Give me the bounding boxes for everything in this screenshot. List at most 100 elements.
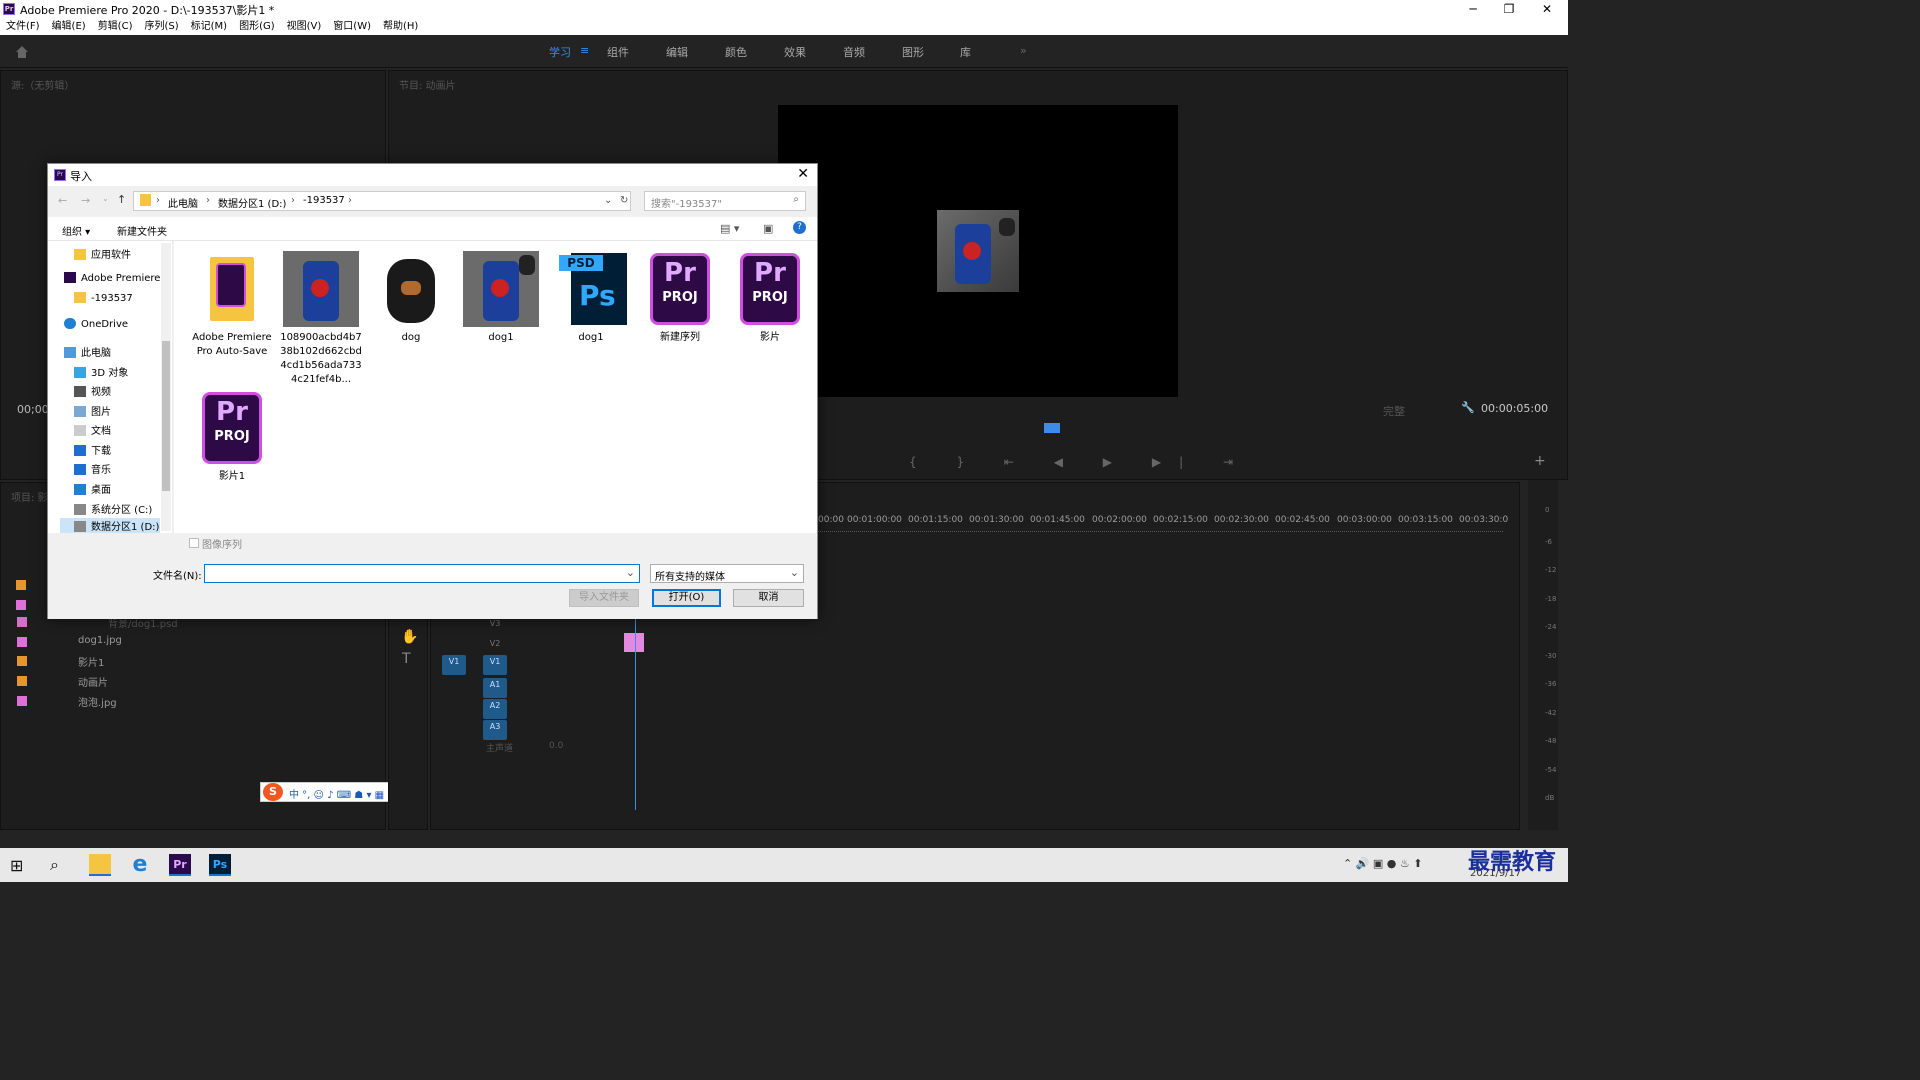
forward-arrow-icon[interactable]: → <box>81 194 90 207</box>
help-icon[interactable]: ? <box>793 221 806 234</box>
timeline-clip[interactable] <box>624 633 644 652</box>
project-item[interactable]: 动画片 <box>12 671 372 691</box>
breadcrumb-this-pc[interactable]: 此电脑 <box>168 195 198 210</box>
nav-item-this-pc[interactable]: 此电脑 <box>64 344 111 360</box>
file-explorer-icon[interactable] <box>89 854 111 876</box>
minimize-button[interactable]: ─ <box>1455 0 1491 18</box>
up-arrow-icon[interactable]: ↑ <box>117 193 126 206</box>
chevron-down-icon[interactable]: ⌄ <box>604 195 612 206</box>
transport-controls[interactable]: { } ⇤ ◀ ▶ ▶| ⇥ <box>909 455 1251 469</box>
breadcrumb-drive-d[interactable]: 数据分区1 (D:) <box>218 195 286 210</box>
project-item[interactable]: 影片1 <box>12 651 372 671</box>
workspace-color[interactable]: 颜色 <box>725 44 747 60</box>
menu-graphics[interactable]: 图形(G) <box>239 18 275 35</box>
workspace-menu-icon[interactable]: ≡ <box>580 44 589 57</box>
source-patch-v1[interactable]: V1 <box>442 655 466 675</box>
image-sequence-checkbox[interactable] <box>189 538 199 548</box>
workspace-effects[interactable]: 效果 <box>784 44 806 60</box>
file-item[interactable]: Pr PROJ 新建序列 <box>637 251 723 345</box>
menu-file[interactable]: 文件(F) <box>6 18 40 35</box>
menu-view[interactable]: 视图(V) <box>287 18 322 35</box>
nav-item-downloads[interactable]: 下载 <box>74 442 111 458</box>
track-label-v2[interactable]: V2 <box>483 637 507 657</box>
nav-item-apps[interactable]: 应用软件 <box>74 246 131 262</box>
import-folder-button[interactable]: 导入文件夹 <box>569 589 639 607</box>
recent-locations-icon[interactable]: ⌄ <box>102 194 109 203</box>
fit-dropdown[interactable]: 完整 <box>1383 403 1405 419</box>
file-item[interactable]: Adobe Premiere Pro Auto-Save <box>189 251 275 359</box>
track-label-v3[interactable]: V3 <box>483 617 507 637</box>
nav-item-videos[interactable]: 视频 <box>74 383 111 399</box>
timeline-playhead[interactable] <box>635 612 636 810</box>
workspace-learning[interactable]: 学习 <box>549 44 571 60</box>
search-icon[interactable]: ⌕ <box>50 855 59 875</box>
type-tool-icon[interactable]: T <box>402 651 411 667</box>
project-item[interactable]: 泡泡.jpg <box>12 691 372 711</box>
refresh-icon[interactable]: ↻ <box>620 195 628 206</box>
file-item[interactable]: dog <box>368 251 454 345</box>
close-button[interactable]: ✕ <box>1529 0 1565 18</box>
nav-item-music[interactable]: 音乐 <box>74 461 111 477</box>
chevron-down-icon[interactable]: ⌄ <box>626 566 635 579</box>
timeline-ruler[interactable]: 00:00 00:01:00:00 00:01:15:00 00:01:30:0… <box>818 515 1508 539</box>
premiere-taskbar-icon[interactable]: Pr <box>169 854 191 876</box>
nav-item-3d-objects[interactable]: 3D 对象 <box>74 364 128 380</box>
wrench-icon[interactable]: 🔧 <box>1461 401 1475 414</box>
file-item[interactable]: dog1 <box>458 251 544 345</box>
menu-marker[interactable]: 标记(M) <box>191 18 227 35</box>
hand-tool-icon[interactable]: ✋ <box>401 629 418 645</box>
workspace-graphics[interactable]: 图形 <box>902 44 924 60</box>
system-tray-icons[interactable]: ⌃ 🔊 ▣ ● ♨ ⬆ <box>1343 857 1422 870</box>
nav-item-adobe-premiere[interactable]: Adobe Premiere <box>64 272 160 288</box>
nav-item-documents[interactable]: 文档 <box>74 422 111 438</box>
dialog-close-icon[interactable]: ✕ <box>797 166 809 182</box>
track-label-a3[interactable]: A3 <box>483 720 507 740</box>
menu-window[interactable]: 窗口(W) <box>333 18 371 35</box>
open-button[interactable]: 打开(O) <box>652 589 721 607</box>
file-item[interactable]: 108900acbd4b738b102d662cbd4cd1b56ada7334… <box>278 251 364 387</box>
add-button-icon[interactable]: + <box>1534 453 1546 469</box>
file-item[interactable]: Pr PROJ 影片1 <box>189 390 275 484</box>
nav-item-onedrive[interactable]: OneDrive <box>64 318 128 334</box>
address-bar[interactable]: › 此电脑 › 数据分区1 (D:) › -193537 › ⌄ ↻ <box>133 191 631 211</box>
nav-scrollbar[interactable] <box>161 243 171 531</box>
nav-item-drive-d[interactable]: 数据分区1 (D:) <box>60 518 160 534</box>
home-icon[interactable] <box>14 44 30 60</box>
back-arrow-icon[interactable]: ← <box>58 194 67 207</box>
master-volume-value[interactable]: 0.0 <box>549 741 563 751</box>
nav-item-drive-c[interactable]: 系统分区 (C:) <box>74 501 152 517</box>
menu-sequence[interactable]: 序列(S) <box>144 18 178 35</box>
menu-clip[interactable]: 剪辑(C) <box>98 18 133 35</box>
nav-item-pictures[interactable]: 图片 <box>74 403 111 419</box>
file-type-select[interactable]: 所有支持的媒体 ⌄ <box>650 564 804 583</box>
search-input[interactable]: 搜索"-193537" ⌕ <box>644 191 806 211</box>
track-label-a2[interactable]: A2 <box>483 699 507 719</box>
filename-input[interactable]: ⌄ <box>204 564 640 583</box>
project-item[interactable]: dog1.jpg <box>12 632 372 652</box>
view-options-icon[interactable]: ▤ ▾ <box>720 222 739 235</box>
file-item[interactable]: PSD Ps dog1 <box>548 251 634 345</box>
track-label-v1[interactable]: V1 <box>483 655 507 675</box>
file-item[interactable]: Pr PROJ 影片 <box>727 251 813 345</box>
photoshop-taskbar-icon[interactable]: Ps <box>209 854 231 876</box>
edge-icon[interactable]: e <box>129 854 151 876</box>
workspace-assembly[interactable]: 组件 <box>607 44 629 60</box>
nav-item-folder[interactable]: -193537 <box>74 292 133 308</box>
new-folder-button[interactable]: 新建文件夹 <box>117 223 167 238</box>
nav-item-desktop[interactable]: 桌面 <box>74 481 111 497</box>
track-label-a1[interactable]: A1 <box>483 678 507 698</box>
workspace-editing[interactable]: 编辑 <box>666 44 688 60</box>
breadcrumb-folder[interactable]: -193537 <box>303 195 345 206</box>
more-workspaces-icon[interactable]: » <box>1020 44 1027 57</box>
preview-pane-icon[interactable]: ▣ <box>763 222 773 235</box>
sogou-icon[interactable]: S <box>263 783 283 801</box>
organize-button[interactable]: 组织 ▾ <box>62 223 90 238</box>
cancel-button[interactable]: 取消 <box>733 589 804 607</box>
windows-start-icon[interactable]: ⊞ <box>10 856 23 875</box>
playhead-marker[interactable] <box>1044 423 1060 433</box>
workspace-libraries[interactable]: 库 <box>960 44 971 60</box>
dialog-title-bar[interactable]: Pr 导入 ✕ <box>48 164 817 186</box>
workspace-audio[interactable]: 音频 <box>843 44 865 60</box>
menu-help[interactable]: 帮助(H) <box>383 18 418 35</box>
menu-edit[interactable]: 编辑(E) <box>52 18 86 35</box>
